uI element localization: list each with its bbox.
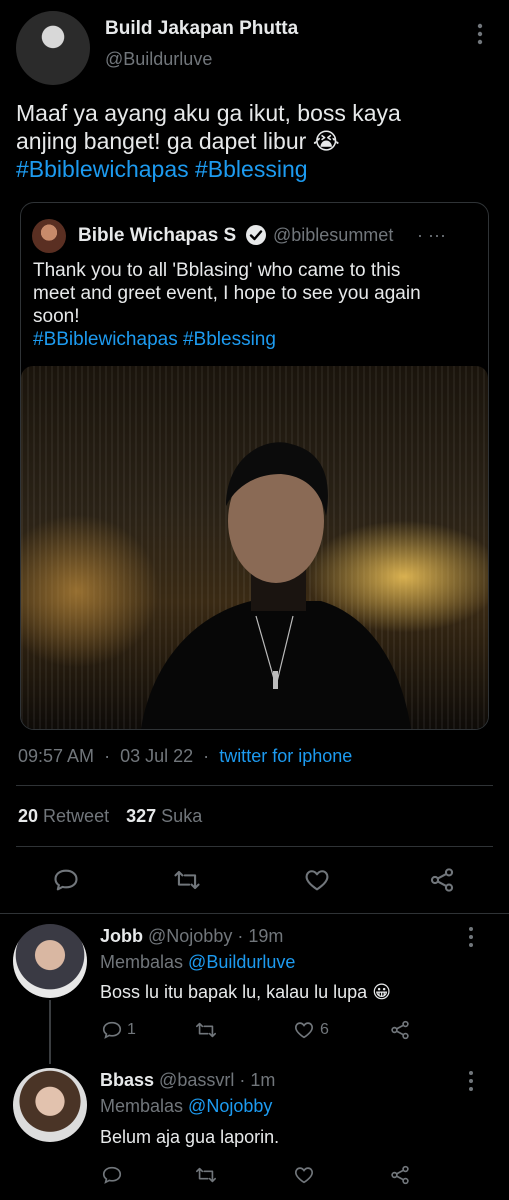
tweet-time: 09:57 AM [18, 746, 95, 766]
quoted-tweet-card[interactable]: Bible Wichapas S @biblesummet · ··· Than… [20, 202, 489, 730]
reply-icon[interactable] [52, 866, 80, 894]
reply1-emoji: 😀 [372, 982, 391, 1002]
reply2-avatar[interactable] [13, 1068, 87, 1142]
tweet-meta: 09:57 AM · 03 Jul 22 · twitter for iphon… [18, 746, 352, 767]
quoted-author-handle[interactable]: @biblesummet [273, 225, 393, 246]
tweet-date: 03 Jul 22 [120, 746, 194, 766]
quoted-author-avatar[interactable] [32, 219, 66, 253]
reply2-name[interactable]: Bbass [100, 1070, 154, 1090]
reply1-avatar[interactable] [13, 924, 87, 998]
reply2-share-icon[interactable] [389, 1164, 411, 1186]
reply1-time: · 19m [237, 926, 284, 946]
thread-line [49, 1000, 51, 1064]
reply2-replying-to[interactable]: @Nojobby [188, 1096, 272, 1116]
quoted-photo[interactable] [21, 366, 488, 729]
author-avatar[interactable] [16, 11, 90, 85]
quoted-text: Thank you to all 'Bblasing' who came to … [33, 259, 483, 351]
quoted-text-line1: Thank you to all 'Bblasing' who came to … [33, 260, 401, 281]
like-icon[interactable] [303, 866, 331, 894]
divider-actions [0, 913, 509, 914]
reply1-text: Boss lu itu bapak lu, kalau lu lupa [100, 982, 368, 1002]
reply1-like-count: 6 [320, 1021, 329, 1038]
tweet-text-line2: anjing banget! ga dapet libur [16, 128, 307, 154]
tweet-text: Maaf ya ayang aku ga ikut, boss kaya anj… [16, 99, 496, 183]
reply2-replying-label: Membalas [100, 1096, 184, 1116]
reply2-time: · 1m [239, 1070, 276, 1090]
reply2-header: Bbass @bassvrl · 1m [100, 1070, 275, 1091]
reply2-more-icon[interactable] [462, 1070, 480, 1092]
quoted-text-line3: soon! [33, 306, 80, 327]
quoted-author-name[interactable]: Bible Wichapas S [78, 225, 236, 247]
meta-dot-2: · [203, 746, 210, 766]
crying-emoji: 😭 [312, 128, 340, 154]
reply2-retweet-icon[interactable] [194, 1164, 218, 1186]
reply1-text-row: Boss lu itu bapak lu, kalau lu lupa 😀 [100, 982, 391, 1003]
quoted-hashtags[interactable]: #BBiblewichapas #Bblessing [33, 328, 483, 351]
reply2-like-icon[interactable] [293, 1164, 315, 1186]
author-handle[interactable]: @Buildurluve [105, 49, 212, 70]
reply1-share-icon[interactable] [389, 1019, 411, 1041]
retweet-label[interactable]: Retweet [43, 806, 109, 826]
quoted-text-line2: meet and greet event, I hope to see you … [33, 283, 421, 304]
share-icon[interactable] [428, 866, 456, 894]
verified-badge-icon [245, 224, 267, 246]
divider-stats [16, 846, 493, 847]
reply1-header: Jobb @Nojobby · 19m [100, 926, 283, 947]
reply1-like-icon[interactable] [293, 1019, 315, 1041]
like-count[interactable]: 327 [126, 806, 156, 826]
reply2-reply-icon[interactable] [101, 1164, 123, 1186]
reply1-more-icon[interactable] [462, 926, 480, 948]
tweet-text-line1: Maaf ya ayang aku ga ikut, boss kaya [16, 100, 401, 126]
author-name[interactable]: Build Jakapan Phutta [105, 18, 298, 40]
like-label[interactable]: Suka [161, 806, 202, 826]
reply1-name[interactable]: Jobb [100, 926, 143, 946]
tweet-hashtags[interactable]: #Bbiblewichapas #Bblessing [16, 155, 496, 183]
reply1-replying: Membalas @Buildurluve [100, 952, 295, 973]
divider-top [16, 785, 493, 786]
reply2-handle[interactable]: @bassvrl [159, 1070, 234, 1090]
reply1-replying-label: Membalas [100, 952, 184, 972]
tweet-source[interactable]: twitter for iphone [219, 746, 352, 766]
tweet-stats: 20 Retweet 327 Suka [18, 806, 202, 827]
reply1-reply-icon[interactable] [101, 1019, 123, 1041]
quoted-more-icon[interactable]: · ··· [417, 225, 446, 246]
more-options-icon[interactable] [470, 22, 490, 46]
reply2-replying: Membalas @Nojobby [100, 1096, 272, 1117]
retweet-count[interactable]: 20 [18, 806, 38, 826]
reply2-text: Belum aja gua laporin. [100, 1127, 280, 1147]
reply1-handle[interactable]: @Nojobby [148, 926, 232, 946]
reply1-retweet-icon[interactable] [194, 1019, 218, 1041]
retweet-icon[interactable] [172, 866, 202, 894]
meta-dot: · [104, 746, 111, 766]
reply1-reply-count: 1 [127, 1021, 136, 1038]
reply1-replying-to[interactable]: @Buildurluve [188, 952, 295, 972]
